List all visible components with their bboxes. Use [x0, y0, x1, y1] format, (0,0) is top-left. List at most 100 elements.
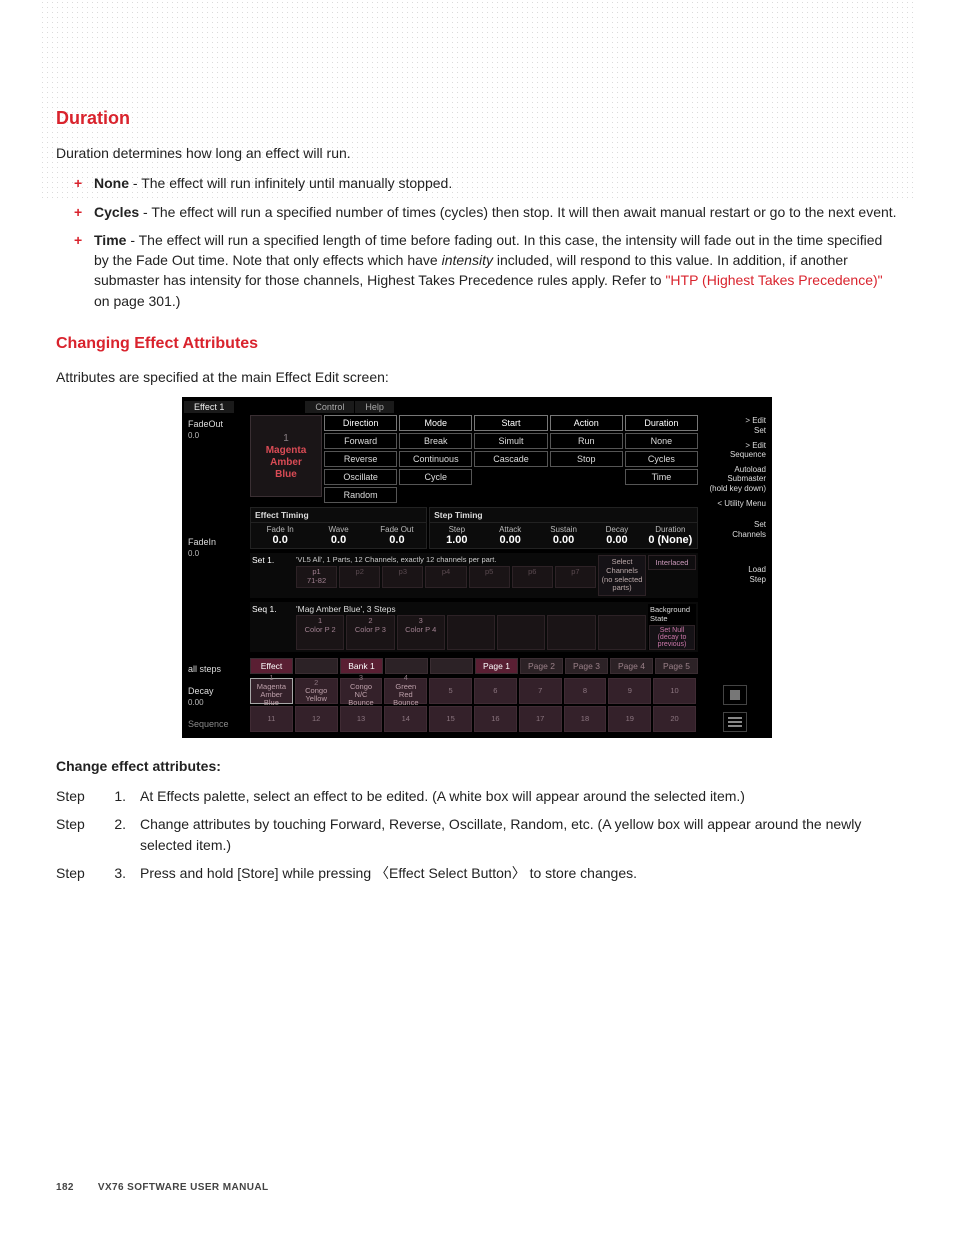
pager-tab[interactable]: Effect — [250, 658, 293, 674]
palette-slot[interactable]: 20 — [653, 706, 696, 732]
palette-slot[interactable]: 5 — [429, 678, 472, 704]
fadeout-cell[interactable]: FadeOut 0.0 — [184, 415, 248, 455]
step-row: Step3.Press and hold [Store] while press… — [56, 863, 898, 883]
seq-row: Seq 1. 'Mag Amber Blue', 3 Steps 1Color … — [250, 602, 698, 652]
tab-effect-1[interactable]: Effect 1 — [184, 401, 235, 413]
pager-tab[interactable] — [385, 658, 428, 674]
effect-edit-screenshot: Effect 1 Control Help FadeOut 0.0 FadeIn… — [56, 397, 898, 738]
timing-cell[interactable]: Attack0.00 — [484, 523, 537, 548]
palette-slot[interactable]: 11 — [250, 706, 293, 732]
palette-slot[interactable]: 1MagentaAmberBlue — [250, 678, 293, 704]
part-cell[interactable]: p3 — [382, 566, 423, 588]
palette-slot[interactable]: 2CongoYellow — [295, 678, 338, 704]
timing-cell[interactable]: Decay0.00 — [590, 523, 643, 548]
seq-step-cell[interactable] — [598, 615, 646, 650]
palette-slot[interactable]: 13 — [340, 706, 383, 732]
right-action[interactable]: < Utility Menu — [700, 498, 770, 510]
palette-slot[interactable]: 15 — [429, 706, 472, 732]
attr-option[interactable]: Cycles — [625, 451, 698, 467]
palette-slot[interactable]: 6 — [474, 678, 517, 704]
tab-help[interactable]: Help — [355, 401, 395, 413]
attr-option[interactable]: Simult — [474, 433, 547, 449]
pager-tab[interactable]: Page 5 — [655, 658, 698, 674]
timing-cell[interactable]: Fade In0.0 — [251, 523, 309, 548]
fadeout-value: 0.0 — [188, 431, 244, 440]
seq-step-cell[interactable] — [497, 615, 545, 650]
attr-option[interactable]: Time — [625, 469, 698, 485]
right-action[interactable]: LoadStep — [700, 564, 770, 585]
tab-control[interactable]: Control — [305, 401, 355, 413]
bullet-item: Cycles - The effect will run a specified… — [74, 202, 898, 222]
part-cell[interactable]: p6 — [512, 566, 553, 588]
effect-slot[interactable]: 1 Magenta Amber Blue — [250, 415, 322, 497]
slot-line1: Magenta — [266, 445, 307, 456]
pager-tab[interactable]: Page 1 — [475, 658, 518, 674]
seq-step-cell[interactable]: 2Color P 3 — [346, 615, 394, 650]
attr-option[interactable]: None — [625, 433, 698, 449]
palette-slot[interactable]: 17 — [519, 706, 562, 732]
palette-slot[interactable]: 7 — [519, 678, 562, 704]
pager-tab[interactable]: Bank 1 — [340, 658, 383, 674]
part-cell[interactable]: p4 — [425, 566, 466, 588]
heading-duration: Duration — [56, 108, 898, 129]
changing-attrs-intro: Attributes are specified at the main Eff… — [56, 367, 898, 387]
palette-slot[interactable]: 3CongoN/CBounce — [340, 678, 383, 704]
pager-tab[interactable] — [430, 658, 473, 674]
pager-tab[interactable]: Page 4 — [610, 658, 653, 674]
decay-cell[interactable]: Decay 0.00 — [184, 682, 248, 712]
fadein-cell[interactable]: FadeIn 0.0 — [184, 533, 248, 573]
attr-option[interactable]: Reverse — [324, 451, 397, 467]
pager-tab[interactable]: Page 2 — [520, 658, 563, 674]
cross-ref-link[interactable]: "HTP (Highest Takes Precedence)" — [665, 272, 882, 288]
right-action[interactable]: > EditSet — [700, 415, 770, 436]
palette-slot[interactable]: 19 — [608, 706, 651, 732]
timing-cell[interactable]: Duration0 (None) — [644, 523, 697, 548]
bg-state-head: Background State — [649, 604, 695, 624]
attr-option[interactable]: Random — [324, 487, 397, 503]
attr-option[interactable]: Cascade — [474, 451, 547, 467]
attr-option[interactable]: Stop — [550, 451, 623, 467]
select-channels-pill[interactable]: SelectChannels(no selectedparts) — [598, 555, 646, 596]
seq-step-cell[interactable] — [447, 615, 495, 650]
attr-option[interactable]: Cycle — [399, 469, 472, 485]
part-cell[interactable]: p7 — [555, 566, 596, 588]
palette-slot[interactable]: 8 — [564, 678, 607, 704]
set-row: Set 1. 'VL5 All', 1 Parts, 12 Channels, … — [250, 553, 698, 598]
attr-option[interactable]: Oscillate — [324, 469, 397, 485]
palette-slot[interactable]: 14 — [384, 706, 427, 732]
bg-state-pill[interactable]: Set Null(decay toprevious) — [649, 625, 695, 650]
pager-tab[interactable] — [295, 658, 338, 674]
attr-option[interactable]: Run — [550, 433, 623, 449]
view-list-icon[interactable] — [723, 712, 747, 732]
timing-cell[interactable]: Wave0.0 — [309, 523, 367, 548]
part-cell[interactable]: p171-82 — [296, 566, 337, 588]
part-cell[interactable]: p5 — [469, 566, 510, 588]
view-grid-icon[interactable] — [723, 685, 747, 705]
timing-cell[interactable]: Fade Out0.0 — [368, 523, 426, 548]
part-cell[interactable]: p2 — [339, 566, 380, 588]
palette-slot[interactable]: 16 — [474, 706, 517, 732]
timing-cell[interactable]: Sustain0.00 — [537, 523, 590, 548]
attr-option[interactable]: Continuous — [399, 451, 472, 467]
palette-slot[interactable]: 4GreenRedBounce — [384, 678, 427, 704]
right-action[interactable]: > EditSequence — [700, 440, 770, 461]
timing-cell[interactable]: Step1.00 — [430, 523, 483, 548]
palette-slot[interactable]: 9 — [608, 678, 651, 704]
right-action[interactable]: SetChannels — [700, 519, 770, 540]
seq-step-cell[interactable]: 3Color P 4 — [397, 615, 445, 650]
right-action[interactable]: AutoloadSubmaster(hold key down) — [700, 464, 770, 495]
palette-slot[interactable]: 10 — [653, 678, 696, 704]
seq-step-cell[interactable] — [547, 615, 595, 650]
attr-group-action: Action — [550, 415, 623, 431]
palette-slot[interactable]: 18 — [564, 706, 607, 732]
manual-title: VX76 SOFTWARE USER MANUAL — [98, 1182, 269, 1193]
palette-slot[interactable]: 12 — [295, 706, 338, 732]
steps-list: Step1.At Effects palette, select an effe… — [56, 786, 898, 883]
attr-option[interactable]: Forward — [324, 433, 397, 449]
seq-step-cell[interactable]: 1Color P 2 — [296, 615, 344, 650]
attr-group-mode: Mode — [399, 415, 472, 431]
attr-option[interactable]: Break — [399, 433, 472, 449]
pager-tab[interactable]: Page 3 — [565, 658, 608, 674]
effect-timing-title: Effect Timing — [251, 508, 426, 523]
interlaced-pill[interactable]: Interlaced — [648, 555, 696, 570]
